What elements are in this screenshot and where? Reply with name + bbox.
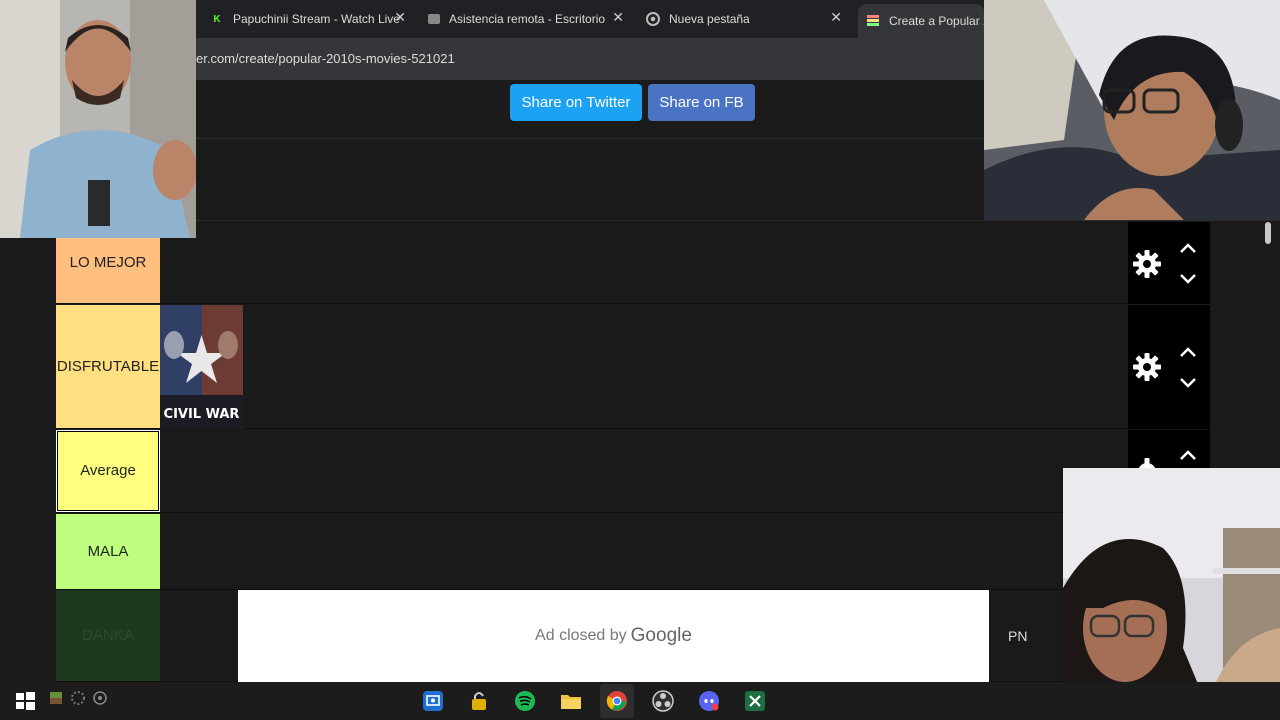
screen: K Papuchinii Stream - Watch Live ✕ Asist… <box>0 0 1280 720</box>
discord-icon[interactable] <box>698 690 720 712</box>
tier-row-disfrutable: DISFRUTABLE CIVIL WAR <box>56 305 1128 429</box>
security-icon[interactable] <box>468 690 490 712</box>
pn-label: PN <box>1008 628 1028 644</box>
ad-closed-text: Ad closed by <box>535 627 627 644</box>
share-fb-button[interactable]: Share on FB <box>648 84 755 121</box>
tab-title: Papuchinii Stream - Watch Live <box>233 12 400 26</box>
tier-row-mala: MALA <box>56 514 1128 590</box>
move-up-icon[interactable] <box>1178 241 1198 255</box>
tier-label[interactable]: DANKA <box>56 590 160 681</box>
tier-controls <box>1128 305 1210 429</box>
settings-icon[interactable] <box>92 690 108 706</box>
close-icon[interactable]: ✕ <box>394 9 406 26</box>
move-up-icon[interactable] <box>1178 448 1198 462</box>
tab-create-popular[interactable]: Create a Popular 20 <box>858 4 984 38</box>
tab-papuchinii-stream[interactable]: K Papuchinii Stream - Watch Live ✕ <box>210 6 406 32</box>
tier-controls <box>1128 222 1210 304</box>
webcam-overlay-top-left <box>0 0 196 238</box>
spotify-icon[interactable] <box>514 690 536 712</box>
move-up-icon[interactable] <box>1178 345 1198 359</box>
folder-icon[interactable] <box>560 690 582 712</box>
close-icon[interactable]: ✕ <box>830 9 842 26</box>
webcam-overlay-top-right <box>984 0 1280 220</box>
remote-desktop-icon[interactable] <box>422 690 444 712</box>
google-logo-text: Google <box>630 625 692 646</box>
share-twitter-button[interactable]: Share on Twitter <box>510 84 642 121</box>
chrome-icon <box>646 12 660 26</box>
tab-title: Nueva pestaña <box>669 12 750 26</box>
move-down-icon[interactable] <box>1178 272 1198 286</box>
remote-desktop-icon <box>428 14 440 24</box>
address-bar[interactable]: er.com/create/popular-2010s-movies-52102… <box>196 38 984 80</box>
url-text[interactable]: er.com/create/popular-2010s-movies-52102… <box>196 51 455 66</box>
obs-icon[interactable] <box>652 690 674 712</box>
ad-closed-banner: Ad closed by Google <box>238 590 989 682</box>
gear-icon[interactable] <box>1132 352 1162 382</box>
tier-items-dropzone[interactable] <box>160 514 1128 589</box>
tier-label[interactable]: MALA <box>56 514 160 589</box>
windows-taskbar <box>0 682 1280 720</box>
scrollbar[interactable] <box>1262 222 1274 252</box>
windows-start-icon[interactable] <box>14 690 36 712</box>
tier-label[interactable]: DISFRUTABLE <box>56 305 160 428</box>
excel-icon[interactable] <box>744 690 766 712</box>
tier-controls <box>1128 430 1210 486</box>
minecraft-icon[interactable] <box>48 690 64 706</box>
movie-poster-civil-war[interactable]: CIVIL WAR <box>160 305 243 429</box>
divider <box>196 220 1280 221</box>
tab-title: Create a Popular 20 <box>889 14 984 28</box>
tab-title: Asistencia remota - Escritorio <box>449 12 606 26</box>
tier-row-average: Average <box>56 430 1128 513</box>
tier-label[interactable]: Average <box>56 430 160 512</box>
tab-asistencia-remota[interactable]: Asistencia remota - Escritorio ✕ <box>428 6 624 32</box>
tiermaker-icon <box>866 14 880 28</box>
chrome-icon[interactable] <box>606 690 628 712</box>
divider <box>196 138 984 139</box>
gear-icon[interactable] <box>1132 249 1162 279</box>
close-icon[interactable]: ✕ <box>612 9 624 26</box>
share-area: Share on Twitter Share on FB <box>196 80 984 138</box>
kick-icon: K <box>213 13 221 25</box>
tier-items-dropzone[interactable] <box>160 430 1128 512</box>
browser-tab-bar: K Papuchinii Stream - Watch Live ✕ Asist… <box>196 0 984 38</box>
app-icon[interactable] <box>70 690 86 706</box>
move-down-icon[interactable] <box>1178 376 1198 390</box>
tier-row-lo-mejor: LO MEJOR <box>56 222 1128 304</box>
tab-nueva-pestana[interactable]: Nueva pestaña ✕ <box>646 6 842 32</box>
poster-title: CIVIL WAR <box>163 407 240 422</box>
tier-items-dropzone[interactable]: CIVIL WAR <box>160 305 1128 429</box>
tier-items-dropzone[interactable] <box>160 222 1128 303</box>
